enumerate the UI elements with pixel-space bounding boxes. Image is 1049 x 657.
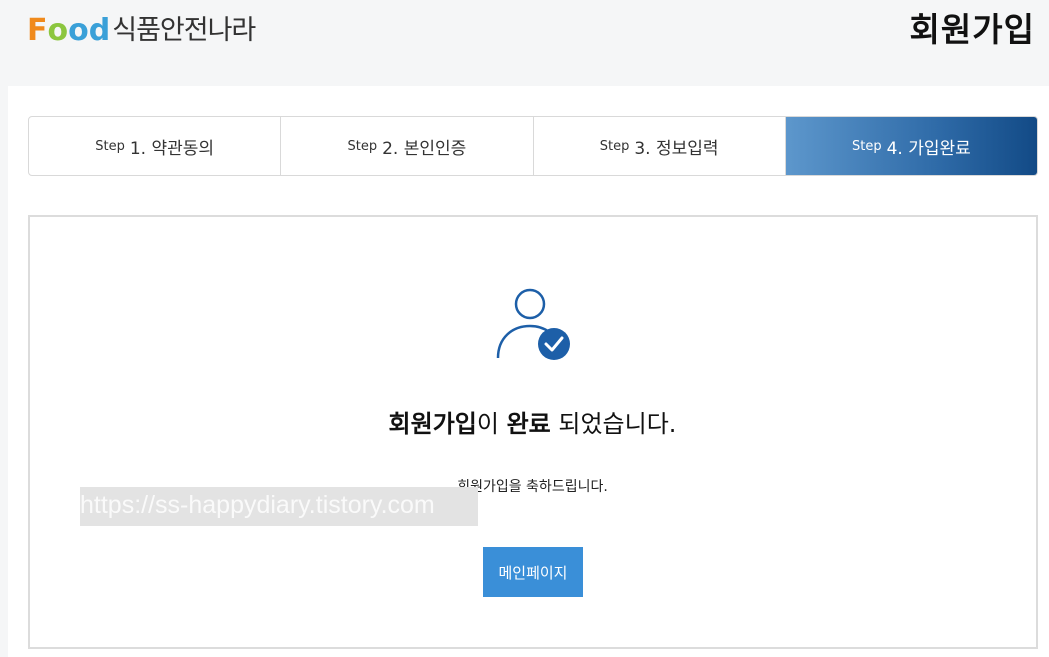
user-check-icon	[494, 286, 574, 362]
step-label: 4. 가입완료	[886, 138, 971, 159]
site-logo[interactable]: Food 식품안전나라	[27, 12, 256, 48]
step-label: 3. 정보입력	[634, 138, 719, 159]
step-prefix: Step	[347, 138, 378, 154]
logo-korean-text: 식품안전나라	[112, 15, 256, 46]
step-progress: Step 1. 약관동의 Step 2. 본인인증 Step 3. 정보입력 S…	[28, 116, 1038, 176]
step-prefix: Step	[95, 138, 125, 154]
completion-title-signup: 회원가입	[388, 410, 477, 438]
completion-title-particle: 이	[476, 410, 507, 438]
logo-food-text: Food	[27, 13, 111, 48]
step-label: 2. 본인인증	[382, 138, 467, 159]
step-1: Step 1. 약관동의	[29, 117, 282, 175]
completion-message: 회원가입이 완료 되었습니다.	[0, 404, 1049, 439]
watermark-url: https://ss-happydiary.tistory.com	[80, 487, 478, 526]
step-label: 1. 약관동의	[129, 138, 215, 159]
main-page-button[interactable]: 메인페이지	[483, 547, 583, 597]
step-prefix: Step	[851, 138, 882, 154]
step-4-active: Step 4. 가입완료	[785, 117, 1037, 175]
step-3: Step 3. 정보입력	[534, 117, 786, 175]
header: Food 식품안전나라 회원가입	[0, 0, 1049, 86]
step-prefix: Step	[599, 138, 630, 154]
completion-title-end: 되었습니다.	[550, 410, 677, 438]
step-2: Step 2. 본인인증	[281, 117, 534, 175]
completion-title-complete: 완료	[506, 410, 551, 438]
page-title: 회원가입	[909, 10, 1035, 49]
